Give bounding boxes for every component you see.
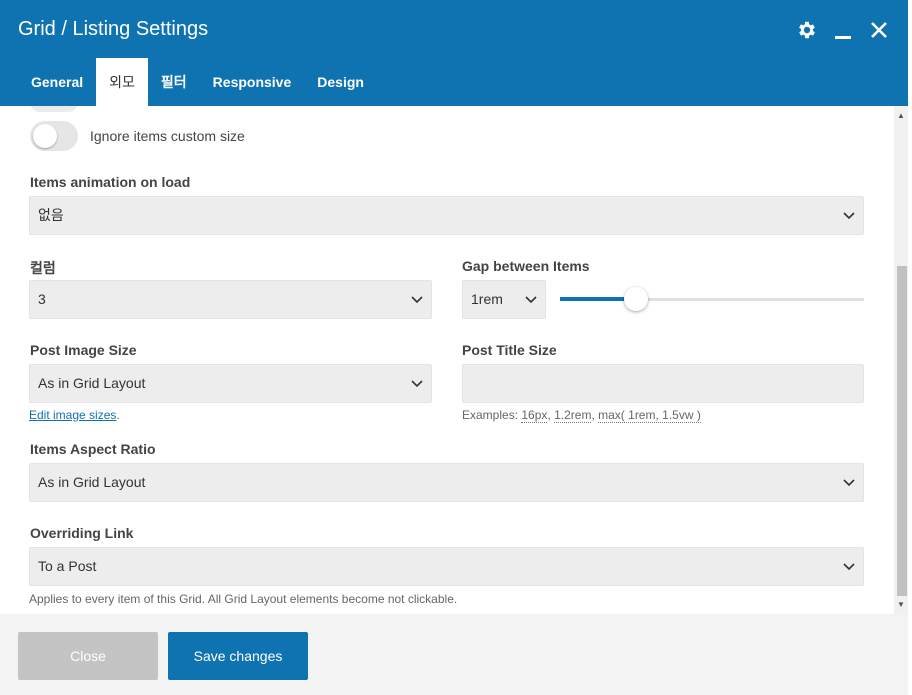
animation-select[interactable]: 없음 bbox=[29, 196, 864, 235]
modal-header: Grid / Listing Settings General 외모 필터 Re… bbox=[0, 0, 908, 106]
chevron-down-icon bbox=[411, 281, 423, 318]
minimize-icon[interactable] bbox=[832, 18, 854, 42]
overriding-hint: Applies to every item of this Grid. All … bbox=[29, 592, 458, 606]
example-2: 1.2rem bbox=[554, 408, 592, 423]
image-size-value: As in Grid Layout bbox=[38, 375, 146, 391]
settings-modal: Grid / Listing Settings General 외모 필터 Re… bbox=[0, 0, 912, 695]
chevron-down-icon bbox=[525, 281, 537, 318]
animation-value: 없음 bbox=[38, 207, 64, 223]
chevron-down-icon bbox=[411, 365, 423, 402]
save-changes-button[interactable]: Save changes bbox=[168, 632, 308, 680]
overriding-value: To a Post bbox=[38, 558, 97, 574]
tab-bar: General 외모 필터 Responsive Design bbox=[18, 58, 377, 106]
edit-image-sizes-suffix: . bbox=[116, 408, 120, 422]
background-edge bbox=[908, 0, 912, 695]
gap-unit-select[interactable]: 1rem bbox=[462, 280, 546, 319]
animation-label: Items animation on load bbox=[30, 174, 191, 190]
example-sep-1: , bbox=[547, 408, 551, 422]
modal-footer: Close Save changes bbox=[0, 614, 908, 695]
edit-image-sizes-hint: Edit image sizes. bbox=[29, 408, 120, 422]
toggle-knob bbox=[33, 124, 57, 148]
ignore-custom-size-toggle[interactable] bbox=[30, 121, 78, 151]
scrollbar-thumb[interactable] bbox=[897, 266, 907, 596]
aspect-value: As in Grid Layout bbox=[38, 474, 146, 490]
columns-select[interactable]: 3 bbox=[29, 280, 432, 319]
scrollbar[interactable]: ▲ ▼ bbox=[894, 106, 908, 614]
gap-slider-handle[interactable] bbox=[624, 287, 648, 311]
edit-image-sizes-link[interactable]: Edit image sizes bbox=[29, 408, 116, 422]
gap-unit-value: 1rem bbox=[471, 291, 503, 307]
example-3: max( 1rem, 1.5vw ) bbox=[598, 408, 701, 423]
title-size-examples: Examples: 16px, 1.2rem, max( 1rem, 1.5vw… bbox=[462, 408, 701, 423]
toggle-partial[interactable] bbox=[30, 106, 78, 112]
tab-appearance[interactable]: 외모 bbox=[96, 58, 148, 106]
gear-icon[interactable] bbox=[796, 18, 818, 42]
columns-value: 3 bbox=[38, 291, 46, 307]
example-1: 16px bbox=[521, 408, 548, 423]
overriding-label: Overriding Link bbox=[30, 525, 134, 541]
settings-content: Ignore items custom size Items animation… bbox=[0, 106, 894, 614]
close-button[interactable]: Close bbox=[18, 632, 158, 680]
tab-general[interactable]: General bbox=[18, 58, 96, 106]
tab-design[interactable]: Design bbox=[304, 58, 377, 106]
example-sep-2: , bbox=[591, 408, 595, 422]
examples-prefix: Examples: bbox=[462, 408, 519, 422]
title-size-label: Post Title Size bbox=[462, 342, 557, 358]
tab-filter[interactable]: 필터 bbox=[148, 58, 200, 106]
gap-label: Gap between Items bbox=[462, 258, 590, 274]
columns-label: 컬럼 bbox=[30, 260, 56, 276]
image-size-select[interactable]: As in Grid Layout bbox=[29, 364, 432, 403]
chevron-down-icon bbox=[843, 548, 855, 585]
title-size-input[interactable] bbox=[462, 364, 864, 403]
aspect-select[interactable]: As in Grid Layout bbox=[29, 463, 864, 502]
modal-title: Grid / Listing Settings bbox=[18, 18, 209, 40]
ignore-custom-size-label: Ignore items custom size bbox=[90, 128, 245, 144]
close-icon[interactable] bbox=[868, 18, 890, 42]
overriding-select[interactable]: To a Post bbox=[29, 547, 864, 586]
aspect-label: Items Aspect Ratio bbox=[30, 441, 156, 457]
image-size-label: Post Image Size bbox=[30, 342, 137, 358]
scroll-down-icon[interactable]: ▼ bbox=[897, 600, 905, 609]
chevron-down-icon bbox=[843, 464, 855, 501]
tab-responsive[interactable]: Responsive bbox=[200, 58, 305, 106]
chevron-down-icon bbox=[843, 197, 855, 234]
header-icons bbox=[796, 18, 890, 42]
scroll-up-icon[interactable]: ▲ bbox=[897, 111, 905, 120]
